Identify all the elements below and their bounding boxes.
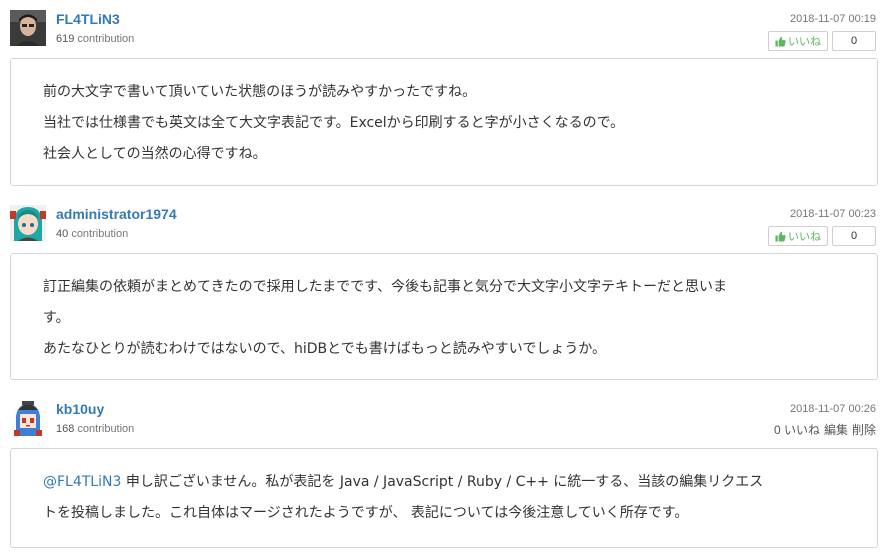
user-avatar-anime-icon [10, 205, 46, 241]
like-button-label: いいね [788, 36, 821, 48]
comment-line: 当社では仕様書でも英文は全て大文字表記です。Excelから印刷すると字が小さくな… [43, 115, 625, 131]
contribution-count: 40 contribution [56, 228, 128, 240]
comment-username[interactable]: FL4TLiN3 [56, 11, 120, 27]
comment-2: administrator1974 40 contribution 2018-1… [0, 195, 888, 385]
contribution-label: contribution [71, 228, 129, 240]
user-avatar-photo-icon [10, 10, 46, 46]
thumbs-up-icon [775, 36, 786, 47]
comment-line: @FL4TLiN3 申し訳ございません。私が表記を Java / JavaScr… [43, 467, 843, 498]
contribution-count: 619 contribution [56, 33, 134, 45]
comment-actions: 0 いいね 編集 削除 [774, 421, 876, 438]
comment-date[interactable]: 2018-11-07 00:23 [790, 208, 876, 220]
avatar[interactable] [10, 10, 46, 46]
edit-link[interactable]: 編集 [824, 421, 848, 438]
user-mention-link[interactable]: @FL4TLiN3 [43, 474, 121, 490]
like-count: 0 [832, 226, 876, 246]
likes-count-text[interactable]: 0 いいね [774, 421, 820, 438]
comment-1: FL4TLiN3 619 contribution 2018-11-07 00:… [0, 0, 888, 190]
contribution-number: 619 [56, 33, 75, 45]
comment-body: @FL4TLiN3 申し訳ございません。私が表記を Java / JavaScr… [10, 448, 878, 548]
like-count: 0 [832, 31, 876, 51]
comment-text: 申し訳ございません。私が表記を Java / JavaScript / Ruby… [121, 474, 764, 490]
comment-line: 社会人としての当然の心得ですね。 [43, 146, 267, 162]
avatar[interactable] [10, 205, 46, 241]
comment-line: あたなひとりが読むわけではないので、hiDBとでも書けばもっと読みやすいでしょう… [43, 341, 607, 357]
comment-body: 前の大文字で書いて頂いていた状態のほうが読みやすかったですね。 当社では仕様書で… [10, 58, 878, 186]
like-button[interactable]: いいね [768, 31, 828, 51]
like-button[interactable]: いいね [768, 226, 828, 246]
contribution-label: contribution [77, 423, 135, 435]
contribution-label: contribution [77, 33, 135, 45]
comment-line: トを投稿しました。これ自体はマージされたようですが、 表記については今後注意して… [43, 505, 689, 521]
delete-link[interactable]: 削除 [852, 421, 876, 438]
comment-username[interactable]: kb10uy [56, 401, 104, 417]
avatar[interactable] [10, 400, 46, 436]
contribution-number: 40 [56, 228, 69, 240]
comment-3: kb10uy 168 contribution 2018-11-07 00:26… [0, 390, 888, 559]
comment-line: す。 [43, 310, 70, 326]
comment-date[interactable]: 2018-11-07 00:19 [790, 13, 876, 25]
comment-body: 訂正編集の依頼がまとめてきたので採用したまでです、今後も記事と気分で大文字小文字… [10, 253, 878, 380]
comment-username[interactable]: administrator1974 [56, 206, 177, 222]
user-avatar-pixel-icon [10, 400, 46, 436]
comment-date[interactable]: 2018-11-07 00:26 [790, 403, 876, 415]
comment-line: 訂正編集の依頼がまとめてきたので採用したまでです、今後も記事と気分で大文字小文字… [43, 279, 728, 295]
comment-line: 前の大文字で書いて頂いていた状態のほうが読みやすかったですね。 [43, 84, 477, 100]
contribution-number: 168 [56, 423, 75, 435]
thumbs-up-icon [775, 231, 786, 242]
like-button-label: いいね [788, 231, 821, 243]
contribution-count: 168 contribution [56, 423, 134, 435]
